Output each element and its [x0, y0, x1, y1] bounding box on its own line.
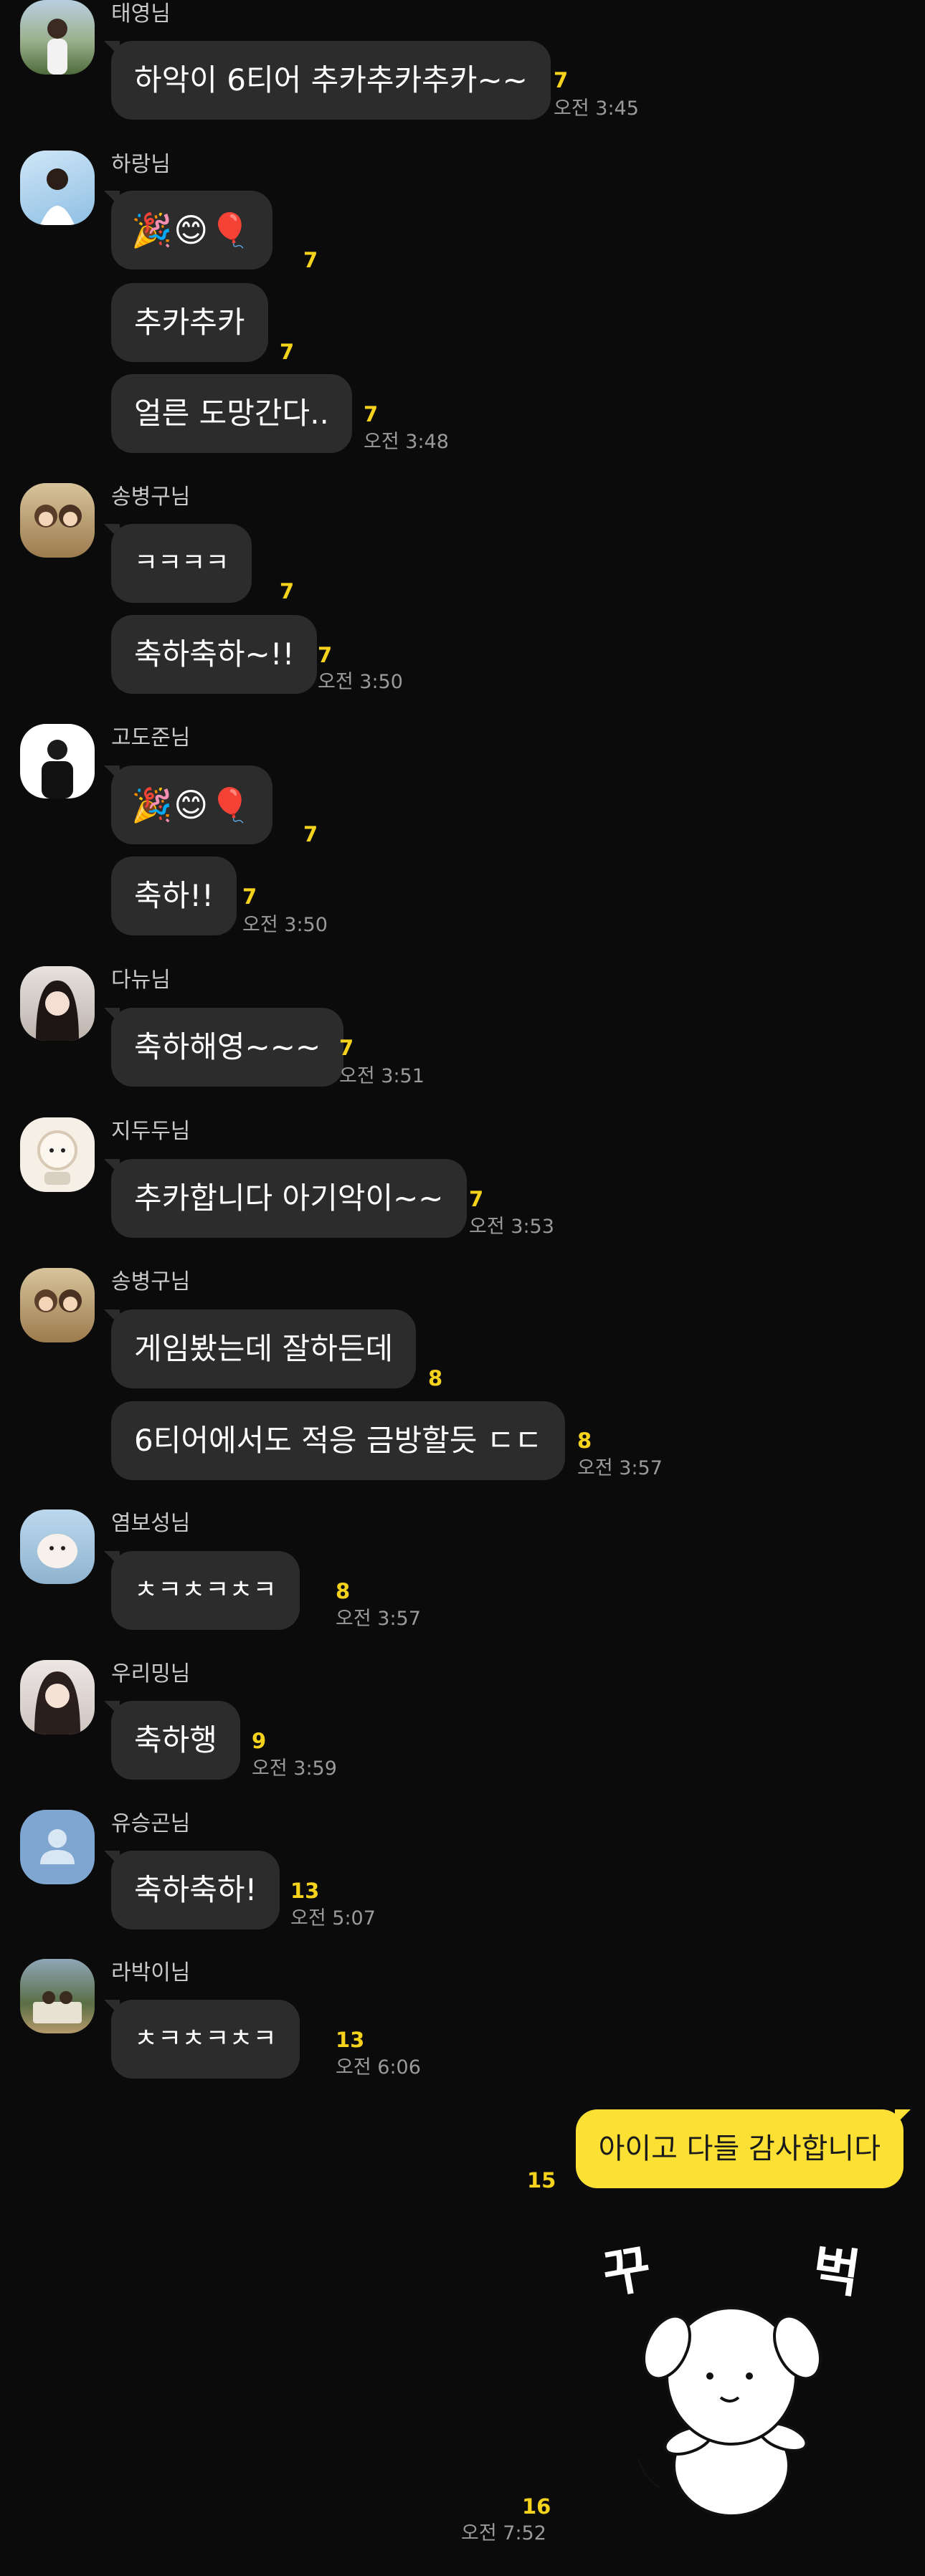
- sender-name: 지두두님: [111, 1119, 191, 1144]
- message-bubble[interactable]: ㅊㅋㅊㅋㅊㅋ: [104, 2000, 300, 2079]
- message-bubble[interactable]: ㅋㅋㅋㅋ: [103, 524, 252, 603]
- message-bubble[interactable]: 축하해영~~~: [103, 1008, 344, 1087]
- unread-count: 8: [428, 1366, 443, 1390]
- message-time: 오전 3:59: [252, 1757, 337, 1780]
- unread-count: 13: [290, 1879, 320, 1903]
- unread-count: 8: [577, 1428, 592, 1453]
- profile-photo: [36, 981, 79, 1041]
- message-time: 오전 3:50: [242, 914, 328, 936]
- avatar[interactable]: [20, 483, 95, 558]
- unread-count: 7: [364, 402, 379, 426]
- message-bubble[interactable]: 축하축하!: [103, 1851, 280, 1929]
- sender-name: 태영님: [111, 1, 171, 27]
- dog-sticker-icon: [637, 2307, 822, 2516]
- message-bubble[interactable]: 축하축하~!!: [111, 615, 318, 694]
- message-bubble[interactable]: 추카합니다 아기악이~~: [104, 1159, 467, 1238]
- message-time: 오전 7:52: [461, 2522, 546, 2544]
- sender-name: 송병구님: [111, 1269, 191, 1294]
- message-time: 오전 3:45: [554, 97, 639, 120]
- my-message-bubble[interactable]: 아이고 다들 감사합니다: [575, 2109, 911, 2188]
- unread-count: 7: [339, 1036, 354, 1060]
- unread-count: 9: [252, 1729, 267, 1753]
- message-time: 오전 6:06: [336, 2056, 421, 2079]
- unread-count: 7: [469, 1187, 484, 1211]
- message-bubble[interactable]: 하악이 6티어 추카추카추카~~: [104, 41, 551, 120]
- unread-count: 7: [318, 643, 333, 667]
- profile-photo: [47, 19, 67, 75]
- message-bubble[interactable]: ㅊㅋㅊㅋㅊㅋ: [104, 1551, 300, 1630]
- sender-name: 고도준님: [111, 725, 191, 750]
- avatar[interactable]: [20, 151, 95, 225]
- avatar[interactable]: [20, 1810, 95, 1884]
- unread-count: 8: [336, 1579, 351, 1603]
- unread-count: 15: [527, 2168, 556, 2193]
- sender-name: 하랑님: [111, 152, 171, 177]
- sticker[interactable]: 꾸 벅: [595, 2222, 875, 2516]
- message-time: 오전 3:57: [336, 1608, 421, 1630]
- message-bubble[interactable]: 6티어에서도 적응 금방할듯 ㄷㄷ: [111, 1401, 566, 1480]
- avatar[interactable]: [20, 966, 95, 1041]
- unread-count: 7: [280, 579, 295, 604]
- unread-count: 7: [303, 822, 318, 846]
- message-bubble[interactable]: 🎉😊🎈: [104, 191, 272, 269]
- unread-count: 16: [522, 2494, 551, 2519]
- profile-photo: [34, 1289, 82, 1312]
- avatar[interactable]: [20, 1509, 95, 1584]
- avatar[interactable]: [20, 1268, 95, 1342]
- sender-name: 유승곤님: [111, 1811, 191, 1836]
- unread-count: 13: [336, 2028, 365, 2052]
- sender-name: 우리밍님: [111, 1661, 191, 1687]
- avatar[interactable]: [20, 1117, 95, 1192]
- avatar[interactable]: [20, 724, 95, 798]
- profile-photo: [40, 168, 75, 225]
- sender-name: 다뉴님: [111, 968, 171, 993]
- unread-count: 7: [280, 340, 295, 364]
- message-time: 오전 3:51: [339, 1065, 424, 1087]
- profile-photo: [37, 1130, 77, 1185]
- unread-count: 7: [554, 68, 569, 92]
- sender-name: 염보성님: [111, 1511, 191, 1536]
- avatar[interactable]: [20, 1660, 95, 1735]
- unread-count: 7: [242, 884, 257, 909]
- message-time: 오전 3:48: [364, 431, 449, 453]
- profile-photo: [37, 1534, 77, 1568]
- message-bubble[interactable]: 게임봤는데 잘하든데: [103, 1310, 417, 1388]
- sender-name: 송병구님: [111, 485, 191, 510]
- message-time: 오전 3:50: [318, 671, 403, 693]
- profile-photo: [42, 740, 73, 798]
- profile-photo: [34, 505, 82, 528]
- unread-count: 7: [303, 248, 318, 272]
- message-bubble[interactable]: 🎉😊🎈: [104, 765, 272, 844]
- avatar[interactable]: [20, 1959, 95, 2033]
- message-bubble[interactable]: 축하행: [104, 1701, 240, 1780]
- profile-photo: [34, 1671, 80, 1735]
- message-bubble[interactable]: 축하!!: [111, 857, 237, 935]
- message-time: 오전 3:53: [469, 1216, 554, 1238]
- profile-photo: [33, 1991, 82, 2023]
- message-bubble[interactable]: 얼른 도망간다..: [111, 374, 352, 453]
- message-time: 오전 3:57: [577, 1457, 663, 1479]
- message-time: 오전 5:07: [290, 1907, 376, 1929]
- message-bubble[interactable]: 추카추카: [111, 283, 268, 362]
- sender-name: 라박이님: [111, 1960, 191, 1985]
- default-profile-icon: [40, 1829, 75, 1864]
- avatar[interactable]: [20, 0, 95, 75]
